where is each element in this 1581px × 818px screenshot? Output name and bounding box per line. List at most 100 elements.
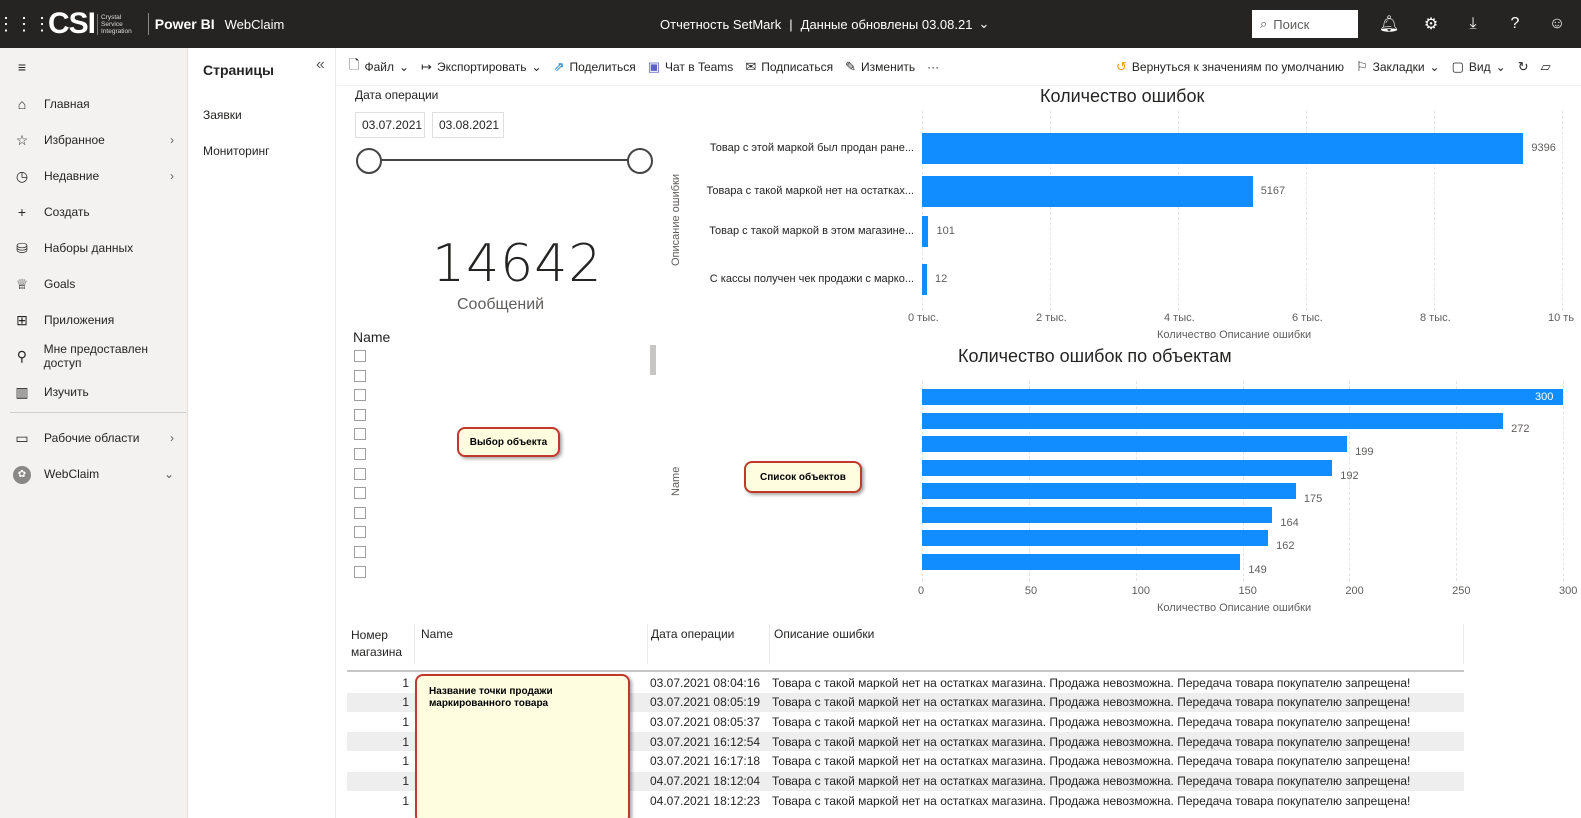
col-header-error-description[interactable]: Описание ошибки <box>774 627 874 641</box>
date-range-track[interactable] <box>375 159 640 161</box>
help-icon[interactable]: ? <box>1496 0 1534 48</box>
column-separator <box>647 624 648 664</box>
col-header-store-number[interactable]: Номер магазина <box>351 627 411 661</box>
page-link-monitoring[interactable]: Мониторинг <box>203 144 270 158</box>
app-launcher-icon[interactable]: ⋮⋮⋮ <box>0 0 51 48</box>
nav-collapse-button[interactable]: ≡ <box>0 52 188 82</box>
name-slicer-checkbox[interactable] <box>354 389 366 402</box>
bar[interactable] <box>922 483 1296 499</box>
data-updated-dropdown[interactable]: Данные обновлены 03.08.21 <box>801 17 973 32</box>
data-label: 5167 <box>1260 185 1286 197</box>
settings-gear-icon[interactable]: ⚙ <box>1412 0 1450 48</box>
bar[interactable] <box>922 506 1273 523</box>
date-range-end-handle[interactable] <box>627 148 653 174</box>
comment-button[interactable]: ▱ <box>1541 59 1551 75</box>
callout-text: Название точки продажи маркированного то… <box>429 686 553 709</box>
product-name[interactable]: Power BI <box>155 16 215 32</box>
nav-item-webclaim[interactable]: ✿ WebClaim ⌄ <box>0 459 188 489</box>
bar[interactable] <box>922 389 1563 405</box>
chevron-down-icon: ⌄ <box>1429 60 1440 74</box>
search-input[interactable]: Поиск <box>1273 17 1309 32</box>
chevron-right-icon[interactable]: › <box>170 133 174 147</box>
cell-error-description: Товара с такой маркой нет на остатках ма… <box>772 675 1411 690</box>
export-menu[interactable]: ↦ Экспортировать ⌄ <box>421 59 542 75</box>
name-slicer-checkbox[interactable] <box>354 526 366 539</box>
teams-chat-button[interactable]: ▣ Чат в Teams <box>648 59 734 75</box>
download-icon[interactable]: ⤓ <box>1454 0 1492 48</box>
collapse-pane-icon[interactable]: « <box>316 56 325 74</box>
gridline <box>1135 381 1137 581</box>
nav-item-datasets[interactable]: ⛁ Наборы данных <box>0 233 188 263</box>
bar[interactable] <box>922 530 1269 546</box>
nav-item-learn[interactable]: ▥ Изучить <box>0 377 188 407</box>
name-slicer-checkbox[interactable] <box>354 487 366 500</box>
nav-item-favorites[interactable]: ☆ Избранное › <box>0 125 188 155</box>
nav-item-recent[interactable]: ◷ Недавние › <box>0 161 188 191</box>
col-header-operation-date[interactable]: Дата операции <box>651 627 734 641</box>
edit-button[interactable]: ✎ Изменить <box>845 59 915 75</box>
category-label: Товара с такой маркой нет на остатках... <box>706 185 914 197</box>
chevron-down-icon[interactable]: ⌄ <box>164 467 174 481</box>
file-icon: 🗋︎ <box>349 56 360 72</box>
feedback-smiley-icon[interactable]: ☺ <box>1538 0 1576 48</box>
workspace-name[interactable]: WebClaim <box>225 17 285 32</box>
name-slicer-checkbox[interactable] <box>354 565 366 578</box>
chevron-right-icon[interactable]: › <box>170 169 174 183</box>
name-slicer-checkbox[interactable] <box>354 467 366 480</box>
name-slicer-checkbox[interactable] <box>354 428 366 441</box>
reset-defaults-button[interactable]: ↺ Вернуться к значениям по умолчанию <box>1116 59 1344 75</box>
refresh-button[interactable]: ↻ <box>1518 59 1529 75</box>
name-slicer-checkbox[interactable] <box>354 506 366 519</box>
page-link-requests[interactable]: Заявки <box>203 108 242 122</box>
name-slicer-checkbox[interactable] <box>354 369 366 382</box>
nav-item-label: Приложения <box>44 313 115 327</box>
bar[interactable] <box>922 264 927 295</box>
name-slicer-checkbox[interactable] <box>354 546 366 558</box>
date-range-start-handle[interactable] <box>356 148 382 174</box>
nav-item-create[interactable]: + Создать <box>0 197 188 227</box>
bookmarks-menu[interactable]: ⚐ Закладки ⌄ <box>1356 59 1440 75</box>
name-slicer-checkbox[interactable] <box>354 350 366 362</box>
name-slicer-checkbox[interactable] <box>354 448 366 460</box>
cell-operation-date: 03.07.2021 08:05:37 <box>650 714 761 729</box>
bar[interactable] <box>922 133 1524 164</box>
bar[interactable] <box>922 176 1253 207</box>
column-separator <box>769 624 770 664</box>
nav-item-label: Создать <box>44 205 90 219</box>
bar[interactable] <box>922 459 1333 476</box>
nav-item-shared[interactable]: ⚲ Мне предоставлен доступ <box>0 341 188 371</box>
search-box[interactable]: ⌕ Поиск <box>1252 10 1358 38</box>
hamburger-icon[interactable]: ≡ <box>0 59 44 75</box>
cell-operation-date: 04.07.2021 18:12:23 <box>650 793 761 808</box>
nav-item-goals[interactable]: ♕ Goals <box>0 269 188 299</box>
bar[interactable] <box>922 412 1504 429</box>
col-header-name[interactable]: Name <box>421 627 453 641</box>
notifications-icon[interactable]: 🔔︎ <box>1370 0 1408 48</box>
end-date-input[interactable]: 03.08.2021 <box>432 112 504 138</box>
slicer-scrollbar[interactable] <box>650 345 656 375</box>
chevron-down-icon: ⌄ <box>1495 60 1506 74</box>
name-slicer-title: Name <box>353 329 391 345</box>
date-slicer-title: Дата операции <box>355 88 439 102</box>
chevron-right-icon[interactable]: › <box>170 431 174 445</box>
chevron-down-icon[interactable]: ⌄ <box>978 16 989 32</box>
bar[interactable] <box>922 553 1241 570</box>
share-icon: ⇗ <box>553 58 565 74</box>
view-menu[interactable]: ▢ Вид ⌄ <box>1452 59 1506 75</box>
nav-item-home[interactable]: ⌂ Главная <box>0 89 188 119</box>
share-button[interactable]: ⇗ Поделиться <box>554 59 636 75</box>
bar[interactable] <box>922 436 1348 452</box>
bar[interactable] <box>922 216 929 247</box>
name-slicer-checkbox[interactable] <box>354 408 366 421</box>
reset-icon: ↺ <box>1116 59 1127 74</box>
file-menu[interactable]: 🗋︎ Файл ⌄ <box>349 56 409 78</box>
data-label: 162 <box>1276 540 1295 552</box>
category-label: Товар с этой маркой был продан ране... <box>709 142 914 154</box>
x-tick-label: 0 <box>918 585 925 597</box>
subscribe-button[interactable]: ✉ Подписаться <box>745 59 833 75</box>
cell-store-number: 1 <box>402 793 409 808</box>
start-date-input[interactable]: 03.07.2021 <box>355 112 425 138</box>
nav-item-workspaces[interactable]: ▭ Рабочие области › <box>0 423 188 453</box>
nav-item-apps[interactable]: ⊞ Приложения <box>0 305 188 335</box>
more-options-button[interactable]: ··· <box>927 60 939 74</box>
